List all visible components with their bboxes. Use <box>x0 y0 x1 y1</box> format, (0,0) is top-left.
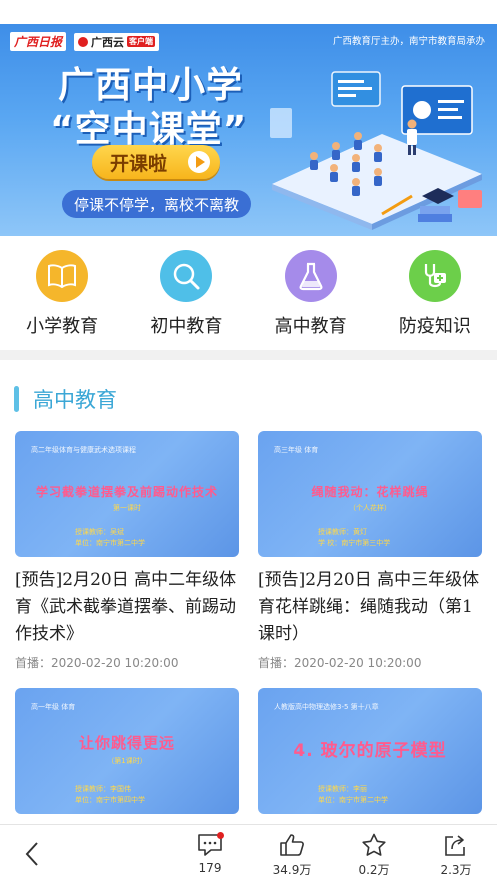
play-icon <box>188 151 210 173</box>
course-card[interactable]: 人教版高中物理选修3-5 第十八章 4. 玻尔的原子模型 授课教师：李丽 单位：… <box>258 688 482 814</box>
star-icon <box>362 833 386 856</box>
banner-sponsor: 广西教育厅主办，南宁市教育局承办 <box>332 36 485 47</box>
banner[interactable]: 广西日报 广西云 客户端 广西教育厅主办，南宁市教育局承办 广西中小学 “空中课… <box>0 24 497 236</box>
favorite-button[interactable]: 0.2万 <box>333 825 415 883</box>
category-label: 高中教育 <box>274 316 347 337</box>
category-nav: 小学教育 初中教育 高中教育 防疫知识 <box>0 236 497 346</box>
start-class-button[interactable]: 开课啦 <box>92 145 220 179</box>
back-button[interactable] <box>0 825 64 883</box>
comments-count: 179 <box>198 861 222 875</box>
comments-button[interactable]: 179 <box>169 825 251 883</box>
favorites-count: 0.2万 <box>358 863 390 877</box>
banner-logos: 广西日报 广西云 客户端 <box>10 32 160 51</box>
notification-dot <box>217 832 224 839</box>
stethoscope-icon <box>408 250 461 302</box>
banner-slogan: 停课不停学，离校不离教 <box>62 190 252 218</box>
shares-count: 2.3万 <box>440 863 472 877</box>
category-epidemic-knowledge[interactable]: 防疫知识 <box>373 236 497 346</box>
course-title: [预告]2月20日 高中二年级体育《武术截拳道摆拳、前踢动作技术》 <box>15 570 237 644</box>
course-title: [预告]2月20日 高中三年级体育花样跳绳：绳随我动（第1课时） <box>258 570 480 644</box>
section-title: 高中教育 <box>33 388 117 412</box>
search-icon <box>160 250 213 302</box>
guangxi-daily-logo: 广西日报 <box>10 32 67 51</box>
like-button[interactable]: 34.9万 <box>251 825 333 883</box>
course-thumbnail: 高三年级 体育 绳随我动：花样跳绳 （个人花样） 授课教师：黄灯 学 校：南宁市… <box>258 431 482 557</box>
course-thumbnail: 高二年级体育与健康武术选项课程 学习截拳道摆拳及前踢动作技术 第一课时 授课教师… <box>15 431 239 557</box>
course-card[interactable]: 高三年级 体育 绳随我动：花样跳绳 （个人花样） 授课教师：黄灯 学 校：南宁市… <box>258 431 482 671</box>
category-senior-education[interactable]: 高中教育 <box>249 236 373 346</box>
book-icon <box>36 250 89 302</box>
likes-count: 34.9万 <box>272 863 312 877</box>
start-class-label: 开课啦 <box>110 152 168 175</box>
share-icon <box>445 835 465 856</box>
course-card[interactable]: 高二年级体育与健康武术选项课程 学习截拳道摆拳及前踢动作技术 第一课时 授课教师… <box>15 431 239 671</box>
course-thumbnail: 人教版高中物理选修3-5 第十八章 4. 玻尔的原子模型 授课教师：李丽 单位：… <box>258 688 482 814</box>
category-junior-education[interactable]: 初中教育 <box>124 236 248 346</box>
section-accent-bar <box>14 386 19 412</box>
course-thumbnail: 高一年级 体育 让你跳得更远 （第1课时） 授课教师：李国伟 单位：南宁市第四中… <box>15 688 239 814</box>
share-button[interactable]: 2.3万 <box>415 825 497 883</box>
cloud-logo-icon <box>78 36 89 47</box>
section-header: 高中教育 <box>14 384 117 414</box>
category-label: 初中教育 <box>150 316 223 337</box>
chevron-left-icon <box>25 842 38 866</box>
category-primary-education[interactable]: 小学教育 <box>0 236 124 346</box>
category-label: 小学教育 <box>26 316 99 337</box>
thumbs-up-icon <box>280 834 304 856</box>
guangxi-cloud-logo: 广西云 客户端 <box>74 32 160 51</box>
course-card[interactable]: 高一年级 体育 让你跳得更远 （第1课时） 授课教师：李国伟 单位：南宁市第四中… <box>15 688 239 814</box>
course-premiere-date: 首播：2020-02-20 10:20:00 <box>258 656 422 670</box>
classroom-illustration <box>270 71 482 230</box>
section-divider <box>0 350 497 360</box>
category-label: 防疫知识 <box>398 316 471 337</box>
flask-icon <box>284 250 337 302</box>
course-premiere-date: 首播：2020-02-20 10:20:00 <box>15 656 179 670</box>
bottom-action-bar: 179 34.9万 0.2万 2.3万 <box>0 824 497 883</box>
